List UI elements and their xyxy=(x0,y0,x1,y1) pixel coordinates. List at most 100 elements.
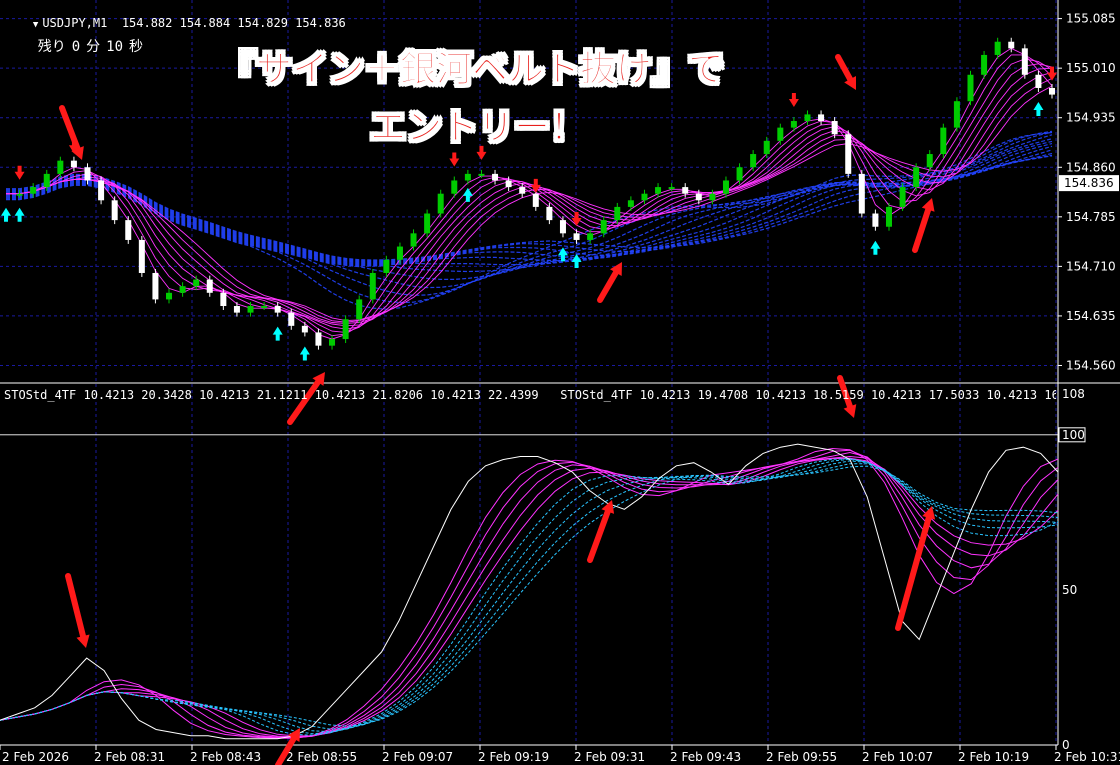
candle-body xyxy=(84,167,91,181)
buy-signal-arrow xyxy=(299,346,310,361)
candle-body xyxy=(994,41,1001,55)
time-tick-label: 2 Feb 10:19 xyxy=(958,750,1029,764)
candle-body xyxy=(750,154,757,168)
buy-signal-arrow xyxy=(272,326,283,341)
sell-signal-arrow xyxy=(788,93,799,108)
belt-line xyxy=(6,131,1053,310)
candle-body xyxy=(777,127,784,141)
candle-body xyxy=(587,233,594,240)
price-tick-label: 155.010 xyxy=(1066,61,1116,75)
candle-body xyxy=(899,187,906,207)
candle-body xyxy=(1049,87,1055,95)
candle-body xyxy=(1008,41,1015,49)
annotation-arrows xyxy=(59,54,936,765)
candle-body xyxy=(981,54,988,75)
candle-body xyxy=(573,233,580,240)
candle-body xyxy=(668,187,675,190)
price-tick-label: 154.935 xyxy=(1066,111,1116,125)
candle-body xyxy=(410,233,417,247)
stoch-ribbon-line xyxy=(0,457,1059,737)
buy-signal-arrow xyxy=(462,187,473,202)
candle-body xyxy=(831,121,838,135)
candle-body xyxy=(858,173,865,214)
candle-body xyxy=(790,121,797,128)
caption-line-2: エントリー！ xyxy=(369,107,587,149)
stoch-tick-label: 100 xyxy=(1062,428,1085,442)
price-tick-label: 154.785 xyxy=(1066,210,1116,224)
stoch-axis: 108100500 xyxy=(1058,387,1086,752)
candle-body xyxy=(804,114,811,122)
countdown-minutes: 0 xyxy=(71,39,81,55)
buy-signal-arrow xyxy=(557,247,568,262)
candle-body xyxy=(953,101,960,128)
candle-body xyxy=(940,127,947,155)
countdown-label: 残り xyxy=(37,39,66,55)
time-tick-label: 2 Feb 09:07 xyxy=(382,750,453,764)
countdown-seconds: 10 xyxy=(106,39,124,55)
bar-countdown: 残り 0 分 10 秒 xyxy=(4,20,149,72)
annotation-arrow-shaft xyxy=(912,202,933,253)
candle-body xyxy=(655,187,662,194)
annotation-arrow-shaft xyxy=(65,573,88,644)
caption-line-1: 『サイン＋銀河ベルト抜け』で xyxy=(219,49,725,91)
time-axis: 2 Feb 2026 2 Feb 08:31 2 Feb 08:43 2 Feb 08… xyxy=(0,745,1120,764)
candle-body xyxy=(845,134,852,174)
time-tick-label: 2 Feb 09:55 xyxy=(766,750,837,764)
candle-body xyxy=(315,332,322,346)
annotation-arrow-head xyxy=(76,634,90,648)
time-tick-label: 2 Feb 09:43 xyxy=(670,750,741,764)
sell-signal-arrow xyxy=(449,152,460,167)
time-tick-label: 2 Feb 08:31 xyxy=(94,750,165,764)
price-tick-label: 154.710 xyxy=(1066,259,1116,273)
annotation-arrow-shaft xyxy=(587,504,613,563)
stoch-ribbon-line xyxy=(0,455,1059,738)
annotation-arrow-shaft xyxy=(597,265,621,303)
belt-line xyxy=(6,134,1053,289)
candle-body xyxy=(111,200,118,221)
countdown-seconds-unit: 秒 xyxy=(129,39,144,55)
time-tick-label: 2 Feb 08:43 xyxy=(190,750,261,764)
annotation-arrow-shaft xyxy=(895,510,933,631)
candle-body xyxy=(736,167,743,181)
time-tick-label: 2 Feb 08:55 xyxy=(286,750,357,764)
candle-body xyxy=(722,180,729,194)
sell-signal-arrow xyxy=(14,165,25,180)
candle-body xyxy=(396,246,403,260)
candle-body xyxy=(193,279,200,287)
price-axis: 155.085 155.010 154.935 154.860 154.785 154.7… xyxy=(1058,12,1116,372)
candle-body xyxy=(614,206,621,221)
candle-body xyxy=(329,339,336,346)
candle-body xyxy=(233,306,240,313)
candle-body xyxy=(478,173,485,176)
buy-signal-arrow xyxy=(14,207,25,222)
buy-signal-arrow xyxy=(870,240,881,255)
time-tick-label: 2 Feb 10:07 xyxy=(862,750,933,764)
candle-body xyxy=(641,193,648,201)
candle-body xyxy=(138,239,145,273)
candle-body xyxy=(546,206,553,221)
sell-signal-arrow xyxy=(571,211,582,226)
time-tick-label: 2 Feb 09:19 xyxy=(478,750,549,764)
time-tick-label: 2 Feb 10:31 xyxy=(1054,750,1120,764)
candle-body xyxy=(342,319,349,340)
stoch-belt xyxy=(0,447,1059,739)
candle-body xyxy=(16,193,23,196)
candle-body xyxy=(709,193,716,201)
candle-body xyxy=(424,213,431,234)
candle-body xyxy=(43,173,50,188)
candle-body xyxy=(818,114,825,122)
candle-body xyxy=(492,173,499,181)
candle-body xyxy=(247,306,254,313)
candle-body xyxy=(885,206,892,227)
price-tick-label: 154.860 xyxy=(1066,160,1116,174)
stoch-tick-label: 108 xyxy=(1062,387,1085,401)
price-tick-label: 155.085 xyxy=(1066,12,1116,26)
candle-body xyxy=(559,220,566,234)
candle-body xyxy=(383,259,390,273)
candle-body xyxy=(505,180,512,188)
candle-body xyxy=(301,325,308,333)
candle-body xyxy=(261,306,268,309)
candle-body xyxy=(682,187,689,194)
candle-body xyxy=(1021,48,1028,75)
stoch-ribbon-line xyxy=(0,463,1059,730)
